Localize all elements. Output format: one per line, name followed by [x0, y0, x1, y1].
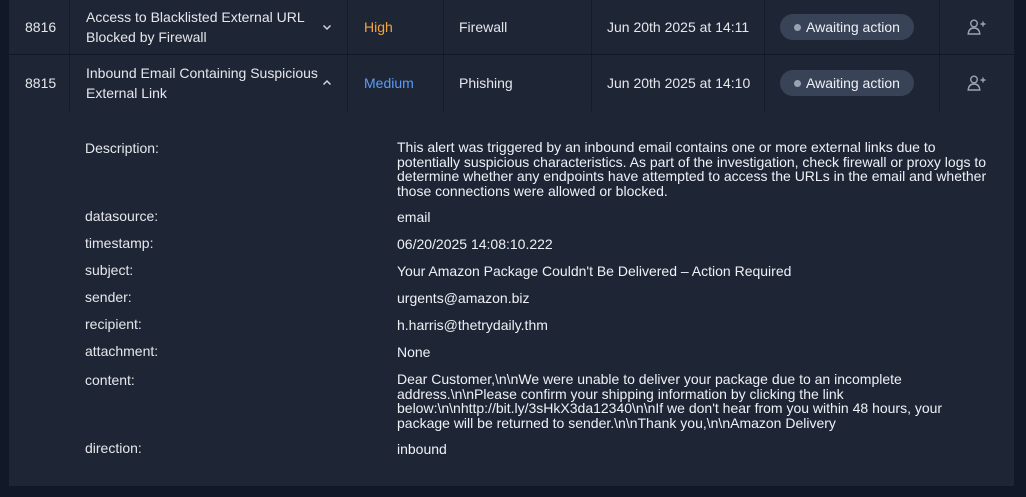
detail-value: h.harris@thetrydaily.thm — [397, 317, 548, 333]
alert-id: 8815 — [9, 55, 70, 111]
alert-date: Jun 20th 2025 at 14:10 — [592, 55, 765, 111]
status-text: Awaiting action — [806, 19, 900, 35]
status-badge: Awaiting action — [780, 14, 914, 40]
detail-label: Description: — [85, 140, 159, 156]
alert-title-cell[interactable]: Access to Blacklisted External URL Block… — [70, 0, 348, 54]
alert-id: 8816 — [9, 0, 70, 54]
status-dot-icon — [794, 23, 801, 31]
status-dot-icon — [794, 79, 801, 87]
detail-label: content: — [85, 372, 135, 388]
chevron-up-icon[interactable] — [321, 77, 333, 89]
status-text: Awaiting action — [806, 75, 900, 91]
alert-type: Firewall — [444, 0, 592, 54]
status-cell: Awaiting action — [765, 55, 940, 111]
status-badge: Awaiting action — [780, 70, 914, 96]
detail-label: sender: — [85, 289, 132, 305]
detail-label: timestamp: — [85, 235, 154, 251]
alert-title-cell[interactable]: Inbound Email Containing Suspicious Exte… — [70, 55, 348, 111]
assign-user-button[interactable] — [966, 16, 988, 38]
detail-description: Description: This alert was triggered by… — [85, 140, 1005, 198]
user-plus-icon — [967, 19, 986, 35]
detail-label: attachment: — [85, 343, 159, 359]
detail-label: recipient: — [85, 316, 142, 332]
detail-attachment: attachment: None — [85, 343, 1005, 361]
detail-label: direction: — [85, 440, 142, 456]
alert-details: Description: This alert was triggered by… — [9, 112, 1014, 486]
detail-label: subject: — [85, 262, 134, 278]
detail-value: Dear Customer,\n\nWe were unable to deli… — [397, 371, 943, 431]
detail-timestamp: timestamp: 06/20/2025 14:08:10.222 — [85, 235, 1005, 253]
status-cell: Awaiting action — [765, 0, 940, 54]
detail-value: 06/20/2025 14:08:10.222 — [397, 236, 553, 252]
detail-value: Your Amazon Package Couldn't Be Delivere… — [397, 263, 792, 279]
alert-id-text: 8816 — [25, 19, 57, 35]
detail-value: This alert was triggered by an inbound e… — [397, 139, 987, 199]
detail-sender: sender: urgents@amazon.biz — [85, 289, 1005, 307]
assign-cell — [940, 55, 1014, 111]
detail-value: urgents@amazon.biz — [397, 290, 530, 306]
detail-value: email — [397, 209, 431, 225]
detail-direction: direction: inbound — [85, 440, 1005, 458]
alert-title: Inbound Email Containing Suspicious Exte… — [86, 65, 318, 101]
user-plus-icon — [967, 75, 986, 91]
alert-row-8815[interactable]: 8815 Inbound Email Containing Suspicious… — [9, 55, 1014, 111]
detail-label: datasource: — [85, 208, 159, 224]
alert-title: Access to Blacklisted External URL Block… — [86, 9, 305, 45]
detail-value: None — [397, 344, 431, 360]
alert-type: Phishing — [444, 55, 592, 111]
chevron-down-icon[interactable] — [321, 21, 333, 33]
detail-recipient: recipient: h.harris@thetrydaily.thm — [85, 316, 1005, 334]
detail-value: inbound — [397, 441, 447, 457]
detail-content: content: Dear Customer,\n\nWe were unabl… — [85, 372, 1005, 430]
severity-label: High — [348, 0, 444, 54]
severity-label: Medium — [348, 55, 444, 111]
alert-date: Jun 20th 2025 at 14:11 — [592, 0, 765, 54]
alert-row-8816[interactable]: 8816 Access to Blacklisted External URL … — [9, 0, 1014, 54]
detail-datasource: datasource: email — [85, 208, 1005, 226]
assign-cell — [940, 0, 1014, 54]
detail-subject: subject: Your Amazon Package Couldn't Be… — [85, 262, 1005, 280]
assign-user-button[interactable] — [966, 72, 988, 94]
alert-id-text: 8815 — [25, 75, 57, 91]
